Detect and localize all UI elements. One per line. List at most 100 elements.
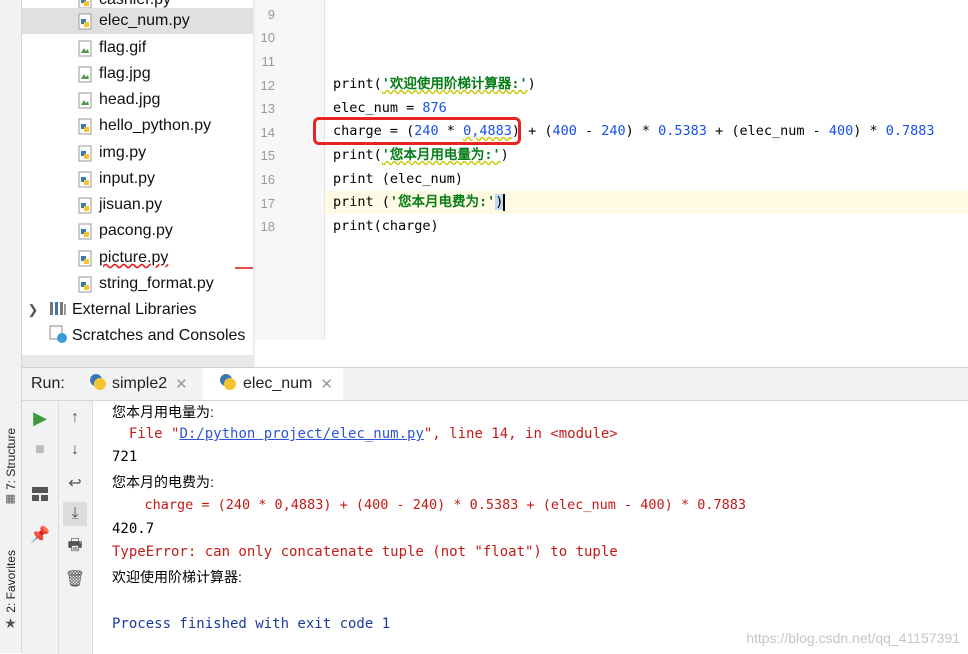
- code-line-18[interactable]: print(charge): [333, 215, 439, 238]
- code-number: 876: [422, 100, 447, 116]
- soft-wrap-icon[interactable]: ↩: [63, 471, 87, 495]
- code-string: '您本月电费为:': [389, 194, 496, 210]
- code-text: ) *: [625, 123, 659, 139]
- tree-file-item[interactable]: hello_python.py: [22, 113, 211, 139]
- red-margin-mark: [235, 267, 253, 269]
- arrow-up-icon[interactable]: ↑: [63, 406, 87, 430]
- output-text: File ": [112, 426, 180, 442]
- run-tab-elec-num[interactable]: elec_num ✕: [203, 368, 343, 400]
- code-number: 400: [552, 123, 577, 139]
- tree-external-libraries[interactable]: ❯ External Libraries: [22, 297, 197, 323]
- line-number: 11: [261, 54, 276, 69]
- tree-item-label: pacong.py: [99, 222, 173, 239]
- code-string: '您本月用电量为:': [381, 147, 501, 163]
- close-icon[interactable]: ✕: [320, 375, 333, 393]
- stop-icon[interactable]: ■: [28, 438, 52, 462]
- project-tree: cashier.py elec_num.py flag.gif flag.jpg…: [22, 0, 253, 367]
- run-tab-label: simple2: [112, 375, 168, 392]
- tree-file-item[interactable]: head.jpg: [22, 87, 160, 113]
- tree-item-label: head.jpg: [99, 91, 161, 108]
- tree-file-item[interactable]: string_format.py: [22, 271, 214, 297]
- tree-item-label: flag.jpg: [99, 65, 151, 82]
- python-file-icon: [78, 223, 92, 240]
- python-file-icon: [78, 145, 92, 162]
- watermark: https://blog.csdn.net/qq_41157391: [746, 630, 960, 646]
- tree-file-item[interactable]: img.py: [22, 140, 146, 166]
- image-file-icon: [78, 92, 92, 109]
- tree-item-label: flag.gif: [99, 39, 147, 56]
- code-string: '欢迎使用阶梯计算器:': [381, 76, 528, 92]
- tree-scratches[interactable]: Scratches and Consoles: [22, 323, 245, 349]
- horizontal-scrollbar[interactable]: [22, 355, 253, 367]
- chevron-right-icon[interactable]: ❯: [25, 302, 41, 318]
- line-number: 13: [260, 101, 275, 116]
- tree-item-label: External Libraries: [72, 301, 197, 318]
- file-link[interactable]: D:/python project/elec_num.py: [179, 426, 423, 442]
- code-text: -: [576, 123, 602, 139]
- code-line-12[interactable]: print('欢迎使用阶梯计算器:'): [333, 73, 536, 96]
- run-toolbar-secondary: ↑ ↓ ↩ ⤓ 🖶 🗑: [59, 401, 93, 654]
- tree-item-label: Scratches and Consoles: [72, 327, 246, 344]
- image-file-icon: [78, 40, 92, 57]
- code-text: elec_num =: [333, 100, 423, 116]
- tree-item-label: hello_python.py: [99, 117, 212, 134]
- code-text: ) *: [853, 123, 886, 139]
- structure-tool-tab[interactable]: 7: Structure ▦: [2, 428, 19, 505]
- code-text: print (elec_num): [333, 171, 464, 187]
- output-line: 721: [112, 449, 138, 465]
- run-tab-simple2[interactable]: simple2 ✕: [80, 368, 200, 400]
- favorites-tab-label: 2: Favorites: [3, 550, 18, 613]
- code-number: 400: [828, 123, 854, 139]
- tree-item-label: input.py: [99, 170, 156, 187]
- line-number: 18: [260, 219, 275, 234]
- tree-file-item[interactable]: input.py: [22, 166, 155, 192]
- line-number: 9: [267, 7, 275, 22]
- code-number: 240: [601, 123, 626, 139]
- run-toolbar-primary: ▶ ■ 📌: [22, 401, 59, 654]
- close-icon[interactable]: ✕: [175, 375, 188, 393]
- python-file-icon: [78, 13, 92, 30]
- code-number: 0.5383: [658, 123, 707, 139]
- tree-file-item[interactable]: flag.gif: [22, 35, 146, 61]
- line-number-gutter: 9 10 11 12 13 14 15 16 17 18: [255, 0, 325, 340]
- arrow-down-icon[interactable]: ↓: [63, 438, 87, 462]
- tree-file-item[interactable]: pacong.py: [22, 218, 173, 244]
- line-number: 14: [260, 125, 275, 140]
- output-traceback-code: charge = (240 * 0,4883) + (400 - 240) * …: [112, 497, 746, 513]
- code-line-16[interactable]: print (elec_num): [333, 168, 463, 191]
- text-cursor: [503, 193, 506, 211]
- scroll-to-end-icon[interactable]: ⤓: [63, 502, 87, 526]
- line-number: 12: [260, 78, 275, 93]
- tree-file-item[interactable]: jisuan.py: [22, 192, 162, 218]
- line-number: 16: [260, 172, 275, 187]
- python-file-icon: [78, 250, 92, 267]
- output-text: ", line 14, in <module>: [423, 426, 618, 442]
- python-file-icon: [78, 197, 92, 214]
- tree-item-label: string_format.py: [99, 275, 214, 292]
- output-line: 420.7: [112, 521, 155, 537]
- code-text: print(charge): [333, 218, 439, 234]
- run-header: Run: simple2 ✕ elec_num ✕: [22, 368, 968, 401]
- rerun-icon[interactable]: ▶: [28, 406, 52, 430]
- tree-item-label: picture.py: [99, 249, 169, 266]
- layout-icon[interactable]: [28, 482, 52, 506]
- trash-icon[interactable]: 🗑: [63, 567, 87, 591]
- tree-file-item[interactable]: flag.jpg: [22, 61, 151, 87]
- favorites-tool-tab[interactable]: 2: Favorites ★: [2, 550, 19, 632]
- print-icon[interactable]: 🖶: [63, 535, 87, 559]
- code-editor[interactable]: 9 10 11 12 13 14 15 16 17 18 print('欢迎使用…: [255, 0, 968, 367]
- python-file-icon: [78, 118, 92, 135]
- tree-item-label: img.py: [99, 144, 147, 161]
- pin-icon[interactable]: 📌: [28, 523, 52, 547]
- code-line-15[interactable]: print('您本月用电量为:'): [333, 144, 509, 167]
- scratches-icon: [49, 325, 67, 348]
- tree-item-label: elec_num.py: [99, 12, 190, 29]
- structure-icon: ▦: [5, 493, 16, 506]
- python-file-icon: [78, 171, 92, 188]
- tree-file-item[interactable]: picture.py: [22, 245, 168, 271]
- code-line-17[interactable]: print ('您本月电费为:'): [333, 191, 506, 214]
- code-punct: ): [495, 194, 504, 210]
- output-exit-line: Process finished with exit code 1: [112, 616, 391, 632]
- tree-file-item-selected[interactable]: elec_num.py: [22, 8, 253, 34]
- code-keyword: print(: [333, 76, 382, 92]
